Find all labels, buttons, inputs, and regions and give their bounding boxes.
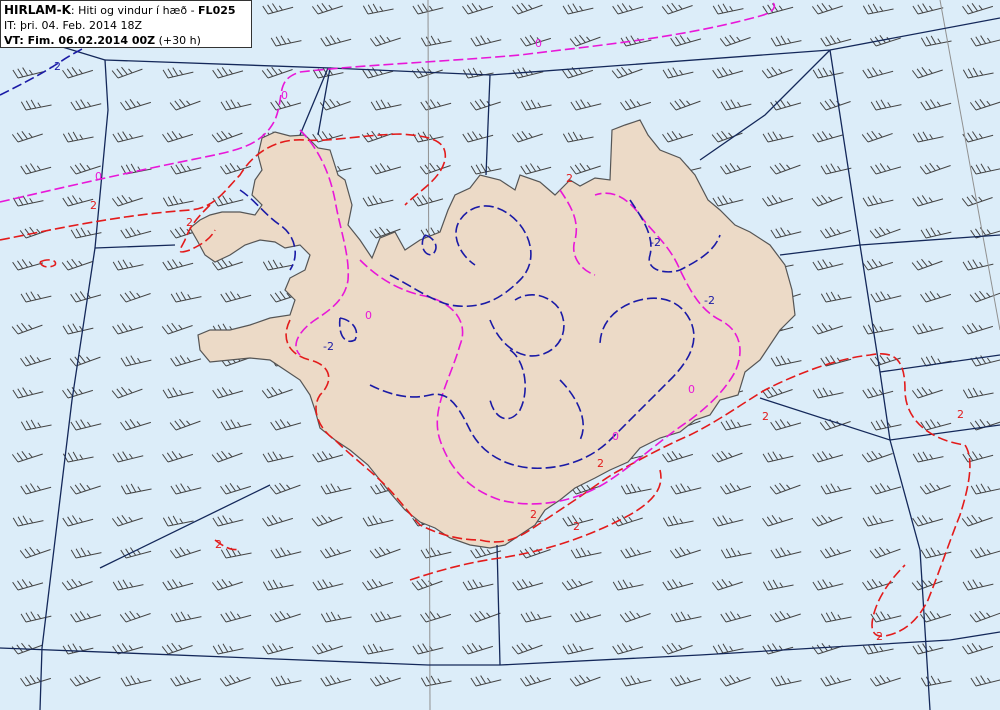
contour-label: 0 [365,309,372,322]
title-line: HIRLAM-K: Hiti og vindur í hæð - FL025 [4,3,248,18]
contour-label: 2 [186,216,193,229]
contour-label: -2 [704,294,715,307]
forecast-offset: (+30 h) [155,34,201,47]
model-name: HIRLAM-K [4,3,71,17]
contour-label: 2 [957,408,964,421]
contour-label: 2 [573,520,580,533]
contour-label: -2 [323,340,334,353]
contour-label: 2 [530,508,537,521]
contour-label: 2 [566,172,573,185]
contour-label: 2 [876,630,883,643]
contour-label: 0 [281,89,288,102]
weather-map: -2 0 0 0 2 2 2 2 2 2 2 -2 -2 -2 0 0 0 2 … [0,0,1000,710]
contour-label: 0 [95,170,102,183]
contour-label: 0 [688,383,695,396]
valid-time: VT: Fim. 06.02.2014 00Z [4,34,156,47]
contour-label: 2 [90,199,97,212]
contour-label: -2 [650,236,661,249]
flight-level: FL025 [198,4,236,17]
valid-time-line: VT: Fim. 06.02.2014 00Z (+30 h) [4,33,248,48]
map-title-box: HIRLAM-K: Hiti og vindur í hæð - FL025 I… [0,0,252,48]
contour-label: 0 [535,37,542,50]
contour-label: 0 [612,430,619,443]
contour-label: 2 [762,410,769,423]
contour-label: 2 [597,457,604,470]
map-description: Hiti og vindur í hæð - [78,4,199,17]
issue-time: IT: þri. 04. Feb. 2014 18Z [4,19,142,32]
contour-label: -2 [50,60,61,73]
contour-label: 2 [215,538,222,551]
